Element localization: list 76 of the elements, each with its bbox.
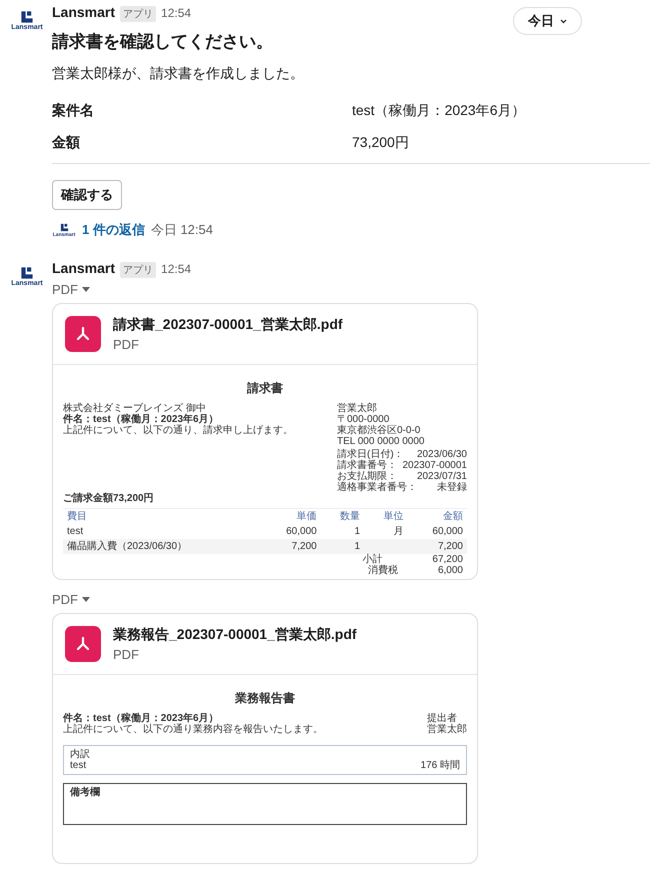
work-item: test xyxy=(70,760,86,771)
table-cell: 1 xyxy=(320,524,364,539)
field-label: 金額 xyxy=(52,134,81,152)
app-badge: アプリ xyxy=(120,6,156,22)
detail-label: 請求書番号： xyxy=(337,460,397,471)
field-label: 案件名 xyxy=(52,102,95,120)
message-title: 請求書を確認してください。 xyxy=(52,31,274,53)
pdf-icon xyxy=(65,626,101,662)
message-body: 営業太郎様が、請求書を作成しました。 xyxy=(52,65,305,83)
breakdown-label: 内訳 xyxy=(70,749,91,760)
table-cell: 7,200 xyxy=(261,539,321,554)
recipient: 株式会社ダミーブレインズ 御中 xyxy=(63,403,207,414)
remarks-label: 備考欄 xyxy=(70,787,100,798)
issuer-line: 東京都渋谷区0-0-0 xyxy=(337,425,422,436)
attachment-group-label[interactable]: PDF xyxy=(52,592,78,607)
column-header: 金額 xyxy=(407,508,467,524)
issuer-line: 営業太郎 xyxy=(337,403,378,414)
detail-label: お支払期限： xyxy=(337,471,397,482)
table-cell: 月 xyxy=(393,526,404,537)
file-card[interactable]: 業務報告_202307-00001_営業太郎.pdf PDF 業務報告書 件名：test（稼働月：2023年6月） 上記件について、以下の通り業務内容を報告いたします。 提出者 営業太郎 内訳 test 176 時間 備考欄 xyxy=(52,613,478,864)
note: 上記件について、以下の通り業務内容を報告いたします。 xyxy=(63,724,323,735)
subject: 件名：test（稼働月：2023年6月） xyxy=(63,414,219,425)
submitter-name: 営業太郎 xyxy=(427,724,467,735)
confirm-button[interactable]: 確認する xyxy=(52,180,122,210)
sender-name[interactable]: Lansmart xyxy=(52,4,116,20)
app-badge: アプリ xyxy=(120,262,156,278)
table-cell: test xyxy=(63,524,262,539)
file-type: PDF xyxy=(113,647,140,662)
detail-label: 請求日(日付)： xyxy=(337,449,404,460)
summary-value: 6,000 xyxy=(438,565,463,576)
summary-value: 67,200 xyxy=(432,554,463,565)
reply-time: 今日 12:54 xyxy=(150,221,213,239)
attachment-group-label[interactable]: PDF xyxy=(52,282,78,297)
column-header: 単位 xyxy=(364,508,408,524)
field-value: 73,200円 xyxy=(352,134,409,152)
logo-icon xyxy=(20,10,34,24)
document-title: 請求書 xyxy=(246,381,284,395)
document-title: 業務報告書 xyxy=(234,691,296,705)
chevron-icon xyxy=(560,18,567,24)
file-name[interactable]: 業務報告_202307-00001_営業太郎.pdf xyxy=(113,626,357,644)
note: 上記件について、以下の通り、請求申し上げます。 xyxy=(63,425,293,436)
sender-name[interactable]: Lansmart xyxy=(52,260,116,276)
message-time[interactable]: 12:54 xyxy=(161,262,192,276)
detail-value: 202307-00001 xyxy=(402,460,467,471)
table-cell: 60,000 xyxy=(407,524,467,539)
date-divider-button[interactable]: 今日 xyxy=(513,7,582,35)
file-card[interactable] xyxy=(52,303,478,580)
issuer-line: 〒000-0000 xyxy=(337,414,390,425)
total-amount: ご請求金額73,200円 xyxy=(63,493,155,504)
dropdown-icon[interactable] xyxy=(82,287,90,292)
summary-label: 消費税 xyxy=(368,565,399,576)
table-cell: 1 xyxy=(320,539,364,554)
issuer-line: TEL 000 0000 0000 xyxy=(337,436,426,447)
message-time[interactable]: 12:54 xyxy=(161,6,192,20)
field-value: test（稼働月：2023年6月） xyxy=(352,102,526,120)
column-header: 数量 xyxy=(320,508,364,524)
dropdown-icon[interactable] xyxy=(82,597,90,602)
pdf-icon xyxy=(65,316,101,352)
submitter-label: 提出者 xyxy=(427,713,458,724)
column-header: 単価 xyxy=(261,508,321,524)
table-cell: 60,000 xyxy=(261,524,321,539)
replies-link[interactable]: 1 件の返信 xyxy=(82,221,145,239)
detail-label: 適格事業者番号： xyxy=(337,482,417,493)
work-hours: 176 時間 xyxy=(420,760,460,771)
file-type: PDF xyxy=(113,337,140,352)
subject: 件名：test（稼働月：2023年6月） xyxy=(63,713,219,724)
column-header: 費目 xyxy=(63,508,262,524)
summary-label: 小計 xyxy=(362,554,382,565)
logo-icon xyxy=(20,266,34,280)
table-cell: 備品購入費（2023/06/30） xyxy=(63,539,262,554)
detail-value: 2023/07/31 xyxy=(416,471,467,482)
detail-value: 2023/06/30 xyxy=(416,449,467,460)
table-cell: 7,200 xyxy=(407,539,467,554)
logo-icon xyxy=(60,222,68,232)
file-name[interactable]: 請求書_202307-00001_営業太郎.pdf xyxy=(113,316,343,334)
detail-value: 未登録 xyxy=(437,482,467,493)
